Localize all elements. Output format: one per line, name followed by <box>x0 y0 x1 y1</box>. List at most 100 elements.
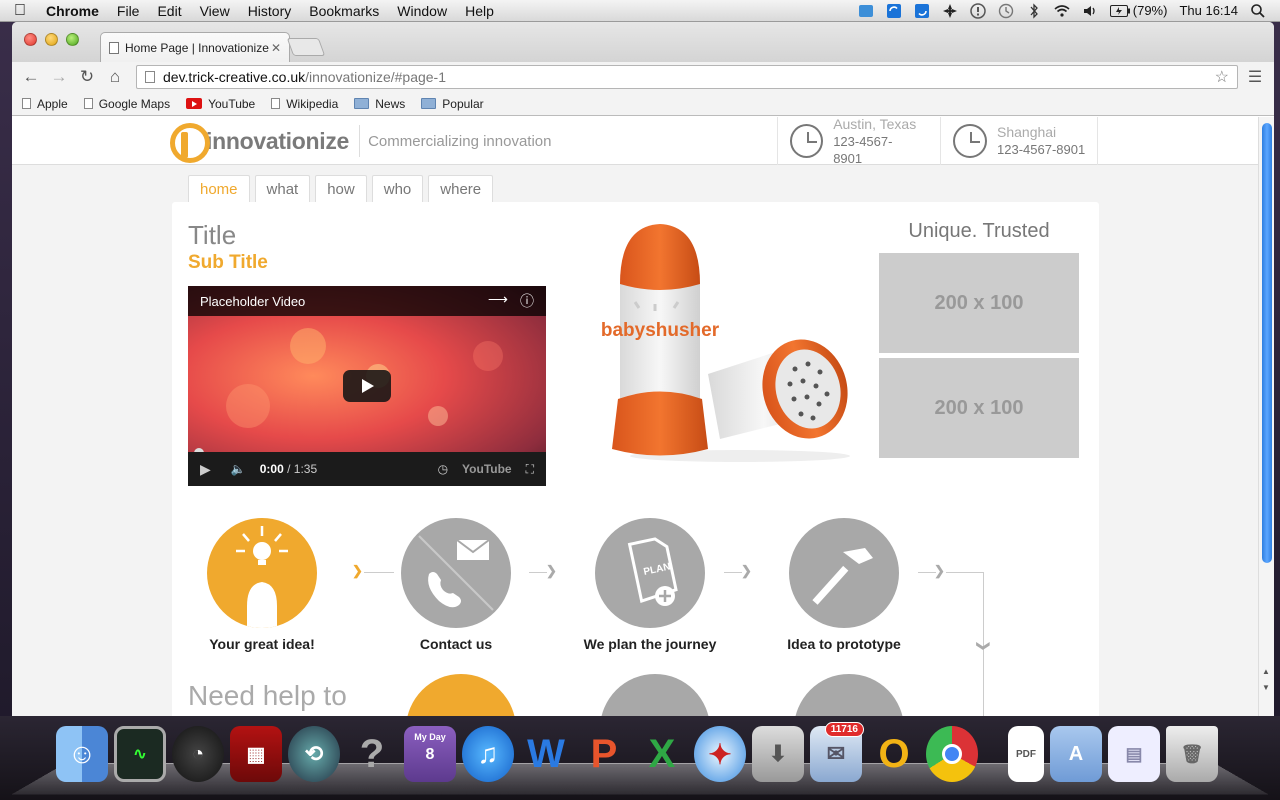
finder-icon[interactable]: ☺ <box>56 726 108 782</box>
powerpoint-icon[interactable]: P <box>578 726 630 782</box>
step-row2-circle-2[interactable] <box>600 674 710 716</box>
nav-tab-who[interactable]: who <box>371 175 424 202</box>
site-nav: home what how who where <box>188 175 494 202</box>
close-tab-icon[interactable]: ✕ <box>271 41 281 55</box>
step-label: We plan the journey <box>583 636 717 652</box>
folder-icon <box>421 98 437 109</box>
bookmark-folder-news[interactable]: News <box>354 97 405 111</box>
menu-app-chrome[interactable]: Chrome <box>40 3 108 19</box>
site-logo[interactable]: innovationize Commercializing innovation <box>170 123 551 163</box>
battery-status[interactable]: (79%) <box>1109 3 1167 18</box>
documents-stack-icon[interactable]: ▤ <box>1108 726 1160 782</box>
product-brand-text: babyshusher <box>601 320 720 341</box>
tab-strip: Home Page | Innovationize ✕ <box>12 22 1274 62</box>
trash-icon[interactable]: 🗑 <box>1166 726 1218 782</box>
bookmark-google-maps[interactable]: Google Maps <box>83 97 170 111</box>
scrollbar-thumb[interactable] <box>1262 123 1272 563</box>
safari-icon[interactable]: ✦ <box>694 726 746 782</box>
menu-help[interactable]: Help <box>456 3 503 19</box>
menu-bookmarks[interactable]: Bookmarks <box>300 3 388 19</box>
volume-icon[interactable]: 🔈 <box>231 462 246 476</box>
time-machine-icon[interactable]: ⟲ <box>288 726 340 782</box>
pdf-document-icon[interactable]: PDF <box>1008 726 1044 782</box>
menu-window[interactable]: Window <box>388 3 456 19</box>
sync-icon[interactable] <box>886 3 902 19</box>
fullscreen-icon[interactable]: ⛶ <box>526 462 534 477</box>
page-subtitle: Sub Title <box>188 252 268 273</box>
excel-icon[interactable]: X <box>636 726 688 782</box>
dropbox-icon[interactable] <box>858 3 874 19</box>
step-contact-us[interactable]: Contact us <box>366 518 546 652</box>
bluetooth-icon[interactable] <box>1026 2 1042 19</box>
page-info-icon[interactable] <box>145 71 155 83</box>
share-icon[interactable]: ⟶ <box>488 291 508 311</box>
bookmark-star-icon[interactable]: ☆ <box>1215 67 1229 87</box>
wifi-icon[interactable] <box>1054 3 1070 19</box>
spotlight-search-icon[interactable] <box>1250 3 1266 19</box>
youtube-icon <box>186 98 203 109</box>
youtube-logo[interactable]: YouTube <box>462 462 512 476</box>
bookmark-wikipedia[interactable]: Wikipedia <box>271 97 338 111</box>
menubar-clock[interactable]: Thu 16:14 <box>1179 3 1238 18</box>
nav-tab-where[interactable]: where <box>428 175 494 202</box>
zoom-window-button[interactable] <box>66 33 79 46</box>
menu-view[interactable]: View <box>191 3 239 19</box>
dashboard-icon[interactable]: ◔ <box>172 726 224 782</box>
office-city: Shanghai <box>997 124 1057 140</box>
minimize-window-button[interactable] <box>45 33 58 46</box>
scroll-down-arrow-icon[interactable]: ▼ <box>1262 683 1270 692</box>
chrome-menu-icon[interactable]: ☰ <box>1244 67 1266 87</box>
new-tab-button[interactable] <box>286 38 326 56</box>
macos-dock: ☺ ∿ ◔ ▦ ⟲ ? My Day 8 ♫ W P X ✦ ⬇ ✉ 11716… <box>0 716 1280 800</box>
fan-icon[interactable] <box>942 3 958 19</box>
unique-trusted-heading: Unique. Trusted <box>908 220 1050 242</box>
watch-later-icon[interactable]: ◷ <box>438 462 448 476</box>
step-row2-circle-3[interactable] <box>794 674 904 716</box>
back-icon[interactable]: ← <box>20 66 42 88</box>
calendar-my-day-icon[interactable]: My Day 8 <box>404 726 456 782</box>
word-icon[interactable]: W <box>520 726 572 782</box>
photo-booth-icon[interactable]: ▦ <box>230 726 282 782</box>
bookmarks-bar: Apple Google Maps YouTube Wikipedia News… <box>12 92 1274 116</box>
info-icon[interactable]: ⓘ <box>520 291 534 311</box>
nav-tab-what[interactable]: what <box>254 175 311 202</box>
mail-icon[interactable]: ✉ 11716 <box>810 722 864 782</box>
bookmark-youtube[interactable]: YouTube <box>186 97 255 111</box>
reload-icon[interactable]: ↻ <box>76 66 98 88</box>
apple-menu-icon[interactable]:  <box>0 2 40 20</box>
chrome-icon[interactable] <box>926 726 978 782</box>
alert-icon[interactable] <box>970 2 986 19</box>
browser-tab-active[interactable]: Home Page | Innovationize ✕ <box>100 32 290 62</box>
installer-icon[interactable]: ⬇ <box>752 726 804 782</box>
step-your-great-idea[interactable]: Your great idea! <box>172 518 352 652</box>
menu-history[interactable]: History <box>239 3 301 19</box>
step-we-plan-the-journey[interactable]: PLAN We plan the journey <box>560 518 740 652</box>
video-player[interactable]: Placeholder Video ⟶ ⓘ ▶ 🔈 0:00 / 1:35 ◷ … <box>188 286 546 486</box>
activity-monitor-icon[interactable]: ∿ <box>114 726 166 782</box>
step-idea-to-prototype[interactable]: Idea to prototype <box>754 518 934 652</box>
volume-icon[interactable] <box>1082 3 1098 19</box>
home-icon[interactable]: ⌂ <box>104 66 126 88</box>
play-icon[interactable]: ▶ <box>200 461 211 478</box>
close-window-button[interactable] <box>24 33 37 46</box>
itunes-icon[interactable]: ♫ <box>462 726 514 782</box>
flow-connector <box>946 572 984 573</box>
menu-edit[interactable]: Edit <box>148 3 190 19</box>
page-scrollbar[interactable]: ▲ ▼ <box>1258 117 1274 716</box>
nav-tab-home[interactable]: home <box>188 175 250 202</box>
address-bar[interactable]: dev.trick-creative.co.uk /innovationize/… <box>136 65 1238 89</box>
bookmark-apple[interactable]: Apple <box>22 97 68 111</box>
time-machine-icon[interactable] <box>998 3 1014 19</box>
outlook-icon[interactable]: O <box>868 726 920 782</box>
applications-folder-icon[interactable]: A <box>1050 726 1102 782</box>
sync-icon-2[interactable] <box>914 3 930 19</box>
menu-file[interactable]: File <box>108 3 149 19</box>
scroll-up-arrow-icon[interactable]: ▲ <box>1262 667 1270 676</box>
nav-tab-how[interactable]: how <box>315 175 367 202</box>
plan-icon-text: PLAN <box>643 561 672 577</box>
bookmark-folder-popular[interactable]: Popular <box>421 97 484 111</box>
step-row2-circle-1[interactable] <box>406 674 516 716</box>
help-question-icon[interactable]: ? <box>346 726 398 782</box>
forward-icon[interactable]: → <box>48 66 70 88</box>
video-play-button[interactable] <box>343 370 391 402</box>
